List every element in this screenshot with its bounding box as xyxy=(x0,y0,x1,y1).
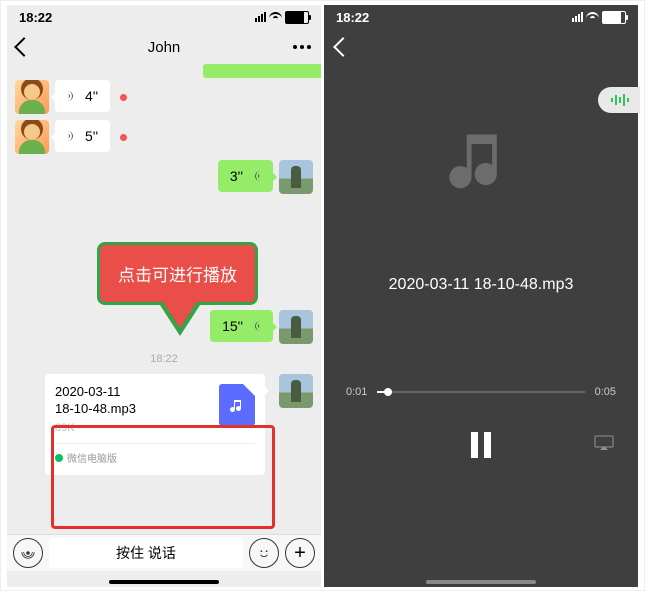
time-elapsed: 0:01 xyxy=(346,386,367,398)
avatar[interactable] xyxy=(279,160,313,194)
msg-file[interactable]: 2020-03-11 18-10-48.mp3 89K 微信电脑版 xyxy=(7,371,321,478)
player-filename: 2020-03-11 18-10-48.mp3 xyxy=(389,276,574,294)
airplay-icon[interactable] xyxy=(594,435,614,456)
chat-nav: John xyxy=(7,29,321,65)
wechat-dot-icon xyxy=(55,454,63,462)
hold-to-talk[interactable]: 按住 说话 xyxy=(49,538,243,568)
plus-icon[interactable]: + xyxy=(285,538,315,568)
msg-voice-in[interactable]: 5'' xyxy=(7,117,321,157)
home-indicator[interactable] xyxy=(426,580,536,584)
file-name: 2020-03-11 xyxy=(55,384,209,401)
input-bar: 按住 说话 + xyxy=(7,534,321,571)
msg-voice-in[interactable]: 4'' xyxy=(7,77,321,117)
file-name: 18-10-48.mp3 xyxy=(55,401,209,418)
player-nav xyxy=(324,29,638,65)
wifi-icon xyxy=(586,12,599,22)
voice-input-icon[interactable] xyxy=(13,538,43,568)
battery-icon xyxy=(602,11,626,24)
chat-title: John xyxy=(7,39,321,56)
waveform-button[interactable] xyxy=(598,87,640,113)
status-bar: 18:22 xyxy=(324,5,638,29)
file-size: 89K xyxy=(55,421,209,435)
pause-button[interactable] xyxy=(471,432,491,458)
music-note-icon xyxy=(443,125,519,206)
avatar[interactable] xyxy=(15,80,49,114)
file-source: 微信电脑版 xyxy=(55,443,255,465)
status-time: 18:22 xyxy=(19,10,52,25)
seek-track[interactable] xyxy=(377,391,584,393)
signal-icon xyxy=(255,12,266,22)
wifi-icon xyxy=(269,12,282,22)
voice-icon xyxy=(249,319,261,333)
callout-tooltip: 点击可进行播放 xyxy=(97,242,258,305)
unread-dot xyxy=(120,134,127,141)
more-icon[interactable] xyxy=(293,45,311,49)
avatar[interactable] xyxy=(15,120,49,154)
file-card[interactable]: 2020-03-11 18-10-48.mp3 89K 微信电脑版 xyxy=(45,374,265,475)
player-screen: 18:22 2020-03-11 18-10-48.mp3 0:01 0:05 xyxy=(324,5,638,587)
voice-icon xyxy=(249,169,261,183)
emoji-icon[interactable] xyxy=(249,538,279,568)
avatar[interactable] xyxy=(279,310,313,344)
progress-bar[interactable]: 0:01 0:05 xyxy=(346,386,616,398)
status-bar: 18:22 xyxy=(7,5,321,29)
back-icon[interactable] xyxy=(333,37,353,57)
unread-dot xyxy=(120,94,127,101)
back-icon[interactable] xyxy=(14,37,34,57)
status-time: 18:22 xyxy=(336,10,369,25)
msg-voice-out[interactable]: 3'' xyxy=(7,157,321,197)
avatar[interactable] xyxy=(279,374,313,408)
player-body: 2020-03-11 18-10-48.mp3 0:01 0:05 xyxy=(324,125,638,517)
battery-icon xyxy=(285,11,309,24)
home-indicator[interactable] xyxy=(109,580,219,584)
music-file-icon xyxy=(219,384,255,426)
voice-icon xyxy=(67,129,79,143)
voice-icon xyxy=(67,89,79,103)
time-total: 0:05 xyxy=(595,386,616,398)
signal-icon xyxy=(572,12,583,22)
